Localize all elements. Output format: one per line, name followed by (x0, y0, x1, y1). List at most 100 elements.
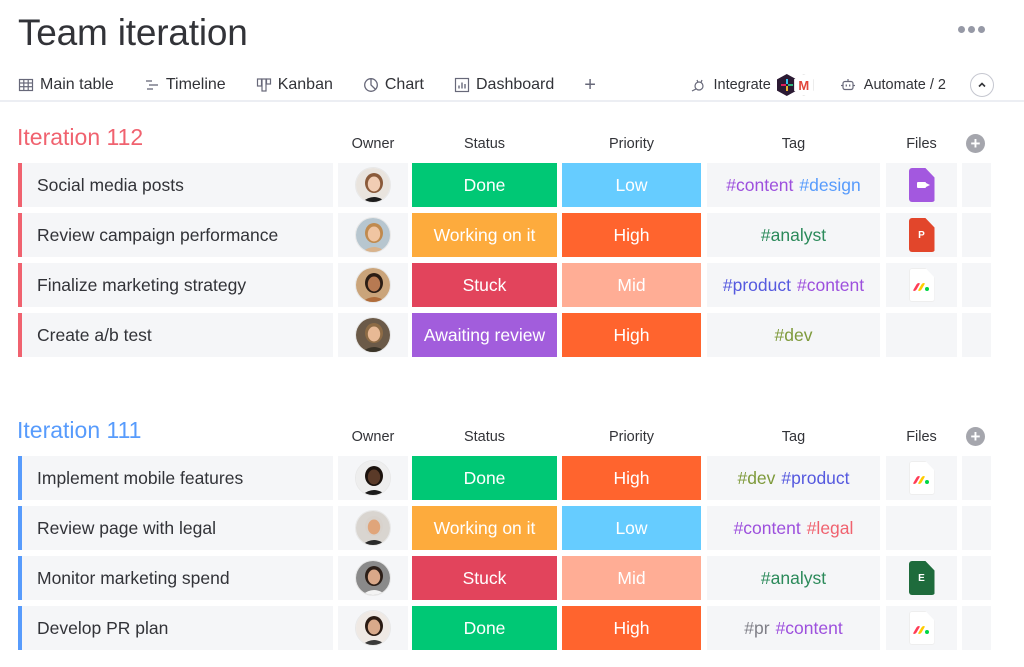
tag-label[interactable]: #content (776, 618, 843, 639)
files-cell[interactable]: P (886, 213, 957, 257)
item-name-cell[interactable]: Social media posts (18, 163, 333, 207)
column-header-priority[interactable]: Priority (562, 429, 701, 445)
avatar[interactable] (355, 610, 391, 646)
tag-label[interactable]: #content (734, 518, 801, 539)
item-name-cell[interactable]: Create a/b test (18, 313, 333, 357)
item-name-cell[interactable]: Monitor marketing spend (18, 556, 333, 600)
priority-badge[interactable]: Mid (562, 556, 701, 600)
item-name-cell[interactable]: Develop PR plan (18, 606, 333, 650)
avatar[interactable] (355, 217, 391, 253)
add-view-button[interactable]: + (584, 74, 596, 97)
owner-cell[interactable] (338, 313, 408, 357)
tag-cell[interactable]: #analyst (707, 556, 880, 600)
excel-file-icon[interactable]: E (908, 561, 935, 595)
more-options-button[interactable] (958, 26, 985, 33)
tag-label[interactable]: #analyst (761, 568, 826, 589)
status-badge[interactable]: Stuck (412, 263, 557, 307)
owner-cell[interactable] (338, 213, 408, 257)
priority-badge[interactable]: High (562, 213, 701, 257)
video-file-icon[interactable] (908, 168, 935, 202)
owner-cell[interactable] (338, 506, 408, 550)
monday-doc-file-icon[interactable] (908, 268, 935, 302)
collapse-header-button[interactable] (970, 73, 994, 97)
avatar[interactable] (355, 167, 391, 203)
status-badge[interactable]: Working on it (412, 213, 557, 257)
files-cell[interactable] (886, 313, 957, 357)
avatar[interactable] (355, 560, 391, 596)
priority-badge[interactable]: High (562, 456, 701, 500)
tag-cell[interactable]: #dev #product (707, 456, 880, 500)
files-cell[interactable] (886, 456, 957, 500)
powerpoint-file-icon[interactable]: P (908, 218, 935, 252)
column-header-files[interactable]: Files (886, 136, 957, 152)
tag-label[interactable]: #product (781, 468, 849, 489)
files-cell[interactable] (886, 606, 957, 650)
priority-badge[interactable]: Low (562, 163, 701, 207)
status-badge[interactable]: Awaiting review (412, 313, 557, 357)
tag-cell[interactable]: #product #content (707, 263, 880, 307)
tag-cell[interactable]: #content #legal (707, 506, 880, 550)
group-title[interactable]: Iteration 111 (17, 417, 141, 444)
tag-label[interactable]: #product (723, 275, 791, 296)
status-badge[interactable]: Done (412, 163, 557, 207)
column-header-status[interactable]: Status (412, 136, 557, 152)
avatar[interactable] (355, 460, 391, 496)
owner-cell[interactable] (338, 456, 408, 500)
status-badge[interactable]: Stuck (412, 556, 557, 600)
files-cell[interactable] (886, 263, 957, 307)
tag-label[interactable]: #dev (775, 325, 813, 346)
status-badge[interactable]: Done (412, 606, 557, 650)
status-badge[interactable]: Done (412, 456, 557, 500)
files-cell[interactable] (886, 163, 957, 207)
files-cell[interactable] (886, 506, 957, 550)
tab-kanban[interactable]: Kanban (256, 70, 333, 100)
tag-label[interactable]: #pr (744, 618, 769, 639)
avatar[interactable] (355, 317, 391, 353)
column-header-owner[interactable]: Owner (338, 136, 408, 152)
robot-icon (840, 79, 855, 91)
avatar[interactable] (355, 267, 391, 303)
tag-label[interactable]: #dev (737, 468, 775, 489)
owner-cell[interactable] (338, 163, 408, 207)
column-header-files[interactable]: Files (886, 429, 957, 445)
tag-label[interactable]: #legal (807, 518, 854, 539)
group-title[interactable]: Iteration 112 (17, 124, 143, 151)
priority-badge[interactable]: High (562, 606, 701, 650)
tab-chart[interactable]: Chart (363, 70, 424, 100)
item-name-cell[interactable]: Review campaign performance (18, 213, 333, 257)
tag-cell[interactable]: #dev (707, 313, 880, 357)
item-name-cell[interactable]: Finalize marketing strategy (18, 263, 333, 307)
tag-label[interactable]: #design (799, 175, 860, 196)
add-column-button[interactable]: + (966, 427, 985, 446)
tag-label[interactable]: #content (797, 275, 864, 296)
integrate-button[interactable]: Integrate (690, 77, 771, 93)
column-header-tag[interactable]: Tag (707, 429, 880, 445)
tag-label[interactable]: #analyst (761, 225, 826, 246)
tag-cell[interactable]: #analyst (707, 213, 880, 257)
owner-cell[interactable] (338, 263, 408, 307)
item-name-cell[interactable]: Review page with legal (18, 506, 333, 550)
avatar[interactable] (355, 510, 391, 546)
item-name-cell[interactable]: Implement mobile features (18, 456, 333, 500)
monday-doc-file-icon[interactable] (908, 461, 935, 495)
files-cell[interactable]: E (886, 556, 957, 600)
status-badge[interactable]: Working on it (412, 506, 557, 550)
tab-timeline[interactable]: Timeline (144, 70, 226, 100)
automate-button[interactable]: Automate / 2 (840, 77, 946, 93)
priority-badge[interactable]: Low (562, 506, 701, 550)
monday-doc-file-icon[interactable] (908, 611, 935, 645)
column-header-owner[interactable]: Owner (338, 429, 408, 445)
owner-cell[interactable] (338, 606, 408, 650)
tab-dashboard[interactable]: Dashboard (454, 70, 554, 100)
column-header-tag[interactable]: Tag (707, 136, 880, 152)
column-header-priority[interactable]: Priority (562, 136, 701, 152)
tag-label[interactable]: #content (726, 175, 793, 196)
column-header-status[interactable]: Status (412, 429, 557, 445)
owner-cell[interactable] (338, 556, 408, 600)
tag-cell[interactable]: #pr #content (707, 606, 880, 650)
priority-badge[interactable]: Mid (562, 263, 701, 307)
add-column-button[interactable]: + (966, 134, 985, 153)
priority-badge[interactable]: High (562, 313, 701, 357)
tag-cell[interactable]: #content #design (707, 163, 880, 207)
tab-main-table[interactable]: Main table (18, 70, 114, 102)
